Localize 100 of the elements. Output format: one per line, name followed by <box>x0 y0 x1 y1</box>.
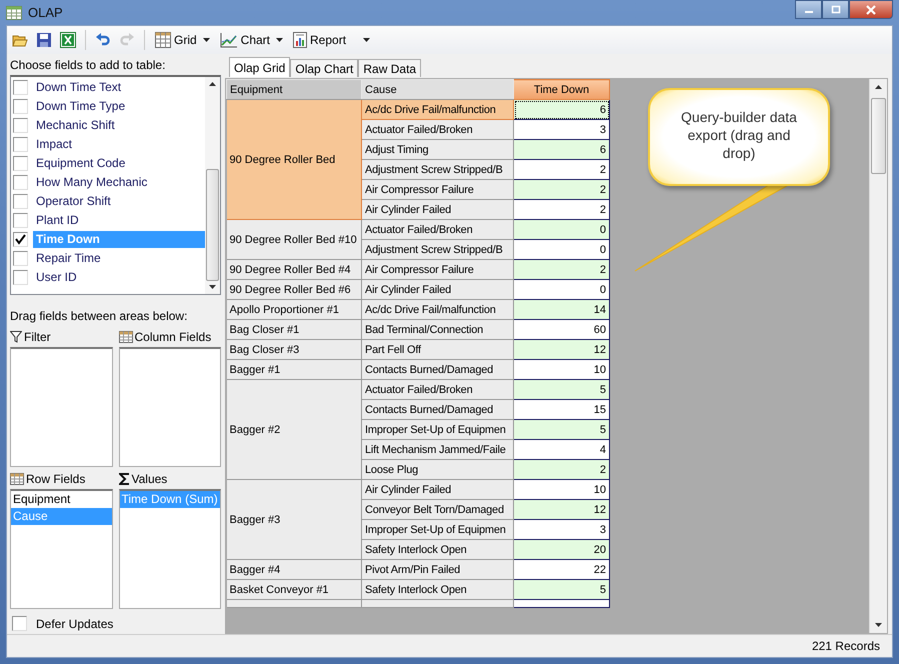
table-cell: Adjust Timing <box>362 140 514 160</box>
field-item[interactable]: How Many Mechanic <box>33 174 205 191</box>
table-cell: Bad Terminal/Connection <box>362 320 514 340</box>
table-cell: Bagger #2 <box>226 380 362 480</box>
field-item[interactable]: Mechanic Shift <box>33 117 205 134</box>
scroll-thumb[interactable] <box>871 98 886 174</box>
drop-area[interactable] <box>10 347 112 467</box>
checkbox[interactable] <box>13 118 28 133</box>
table-cell: 6 <box>514 100 610 120</box>
grid-icon <box>155 32 171 48</box>
table-cell: 2 <box>514 200 610 220</box>
checkbox[interactable] <box>13 270 28 285</box>
minimize-button[interactable] <box>795 0 822 19</box>
table-cell: Contacts Burned/Damaged <box>362 360 514 380</box>
redo-icon <box>119 32 135 48</box>
column-header[interactable]: Cause <box>362 80 514 100</box>
field-item[interactable]: Impact <box>33 136 205 153</box>
table-cell: Bagger #3 <box>226 480 362 560</box>
checkbox[interactable] <box>13 232 28 247</box>
checkbox[interactable] <box>12 616 27 631</box>
spreadsheet-icon <box>60 32 76 48</box>
table-cell: 5 <box>514 580 610 600</box>
defer-updates-label: Defer Updates <box>36 616 114 630</box>
report-menu-button[interactable]: Report <box>289 29 374 51</box>
table-cell: Conveyor Belt Torn/Damaged <box>362 500 514 520</box>
table-cell: 10 <box>514 480 610 500</box>
table-cell: 6 <box>514 140 610 160</box>
field-item[interactable]: Down Time Type <box>33 98 205 115</box>
area-item[interactable]: Equipment <box>11 491 112 508</box>
checkbox[interactable] <box>13 156 28 171</box>
checkbox[interactable] <box>13 175 28 190</box>
scroll-thumb[interactable] <box>206 169 219 281</box>
scroll-up-icon[interactable] <box>209 82 216 86</box>
field-item[interactable]: Repair Time <box>33 250 205 267</box>
table-cell: Part Fell Off <box>362 340 514 360</box>
field-item[interactable]: User ID <box>33 269 205 286</box>
caret-icon <box>202 38 210 42</box>
table-cell: 0 <box>514 220 610 240</box>
drop-area[interactable] <box>118 347 221 467</box>
field-item[interactable]: Equipment Code <box>33 155 205 172</box>
scroll-up-icon[interactable] <box>875 85 882 89</box>
table-cell: Adjustment Screw Stripped/B <box>362 160 514 180</box>
maximize-button[interactable] <box>822 0 849 19</box>
scroll-down-icon[interactable] <box>209 285 216 289</box>
table-cell: 90 Degree Roller Bed <box>226 100 362 220</box>
table-cell: 3 <box>514 520 610 540</box>
area-label: Filter <box>24 330 51 344</box>
table-cell: Lift Mechanism Jammed/Faile <box>362 440 514 460</box>
app-icon <box>6 6 22 20</box>
report-icon <box>293 32 308 48</box>
table-cell: 10 <box>514 360 610 380</box>
area-label: Values <box>132 472 168 486</box>
checkbox[interactable] <box>13 213 28 228</box>
table-cell: Bagger #1 <box>226 360 362 380</box>
table-cell: Actuator Failed/Broken <box>362 220 514 240</box>
table-cell: 90 Degree Roller Bed #4 <box>226 260 362 280</box>
caret-icon <box>363 38 370 42</box>
areas-label: Drag fields between areas below: <box>10 309 188 323</box>
table-cell: 3 <box>514 120 610 140</box>
scrollbar[interactable] <box>205 77 220 294</box>
field-item[interactable]: Down Time Text <box>33 79 205 96</box>
filter-icon <box>10 331 22 343</box>
table-cell: 20 <box>514 540 610 560</box>
table-cell: Air Cylinder Failed <box>362 280 514 300</box>
table-cell: Air Compressor Failure <box>362 260 514 280</box>
table-cell: 15 <box>514 400 610 420</box>
record-count: 221 Records <box>812 639 880 653</box>
close-button[interactable] <box>849 0 893 19</box>
drop-area[interactable]: Equipment Cause <box>10 489 112 609</box>
table-cell: Bag Closer #1 <box>226 320 362 340</box>
tab[interactable]: Raw Data <box>358 59 422 77</box>
column-header[interactable]: Time Down <box>514 80 610 100</box>
area-label: Column Fields <box>134 330 212 344</box>
table-cell: Pivot Arm/Pin Failed <box>362 560 514 580</box>
checkbox[interactable] <box>13 251 28 266</box>
export-button[interactable] <box>57 29 79 51</box>
checkbox[interactable] <box>13 194 28 209</box>
table-cell: Bagger #4 <box>226 560 362 580</box>
field-item[interactable]: Operator Shift <box>33 193 205 210</box>
table-icon <box>118 331 132 343</box>
tab[interactable]: Olap Chart <box>290 59 358 77</box>
table-cell: 14 <box>514 300 610 320</box>
table-cell: 90 Degree Roller Bed #6 <box>226 280 362 300</box>
checkbox[interactable] <box>13 137 28 152</box>
table-cell: Improper Set-Up of Equipmen <box>362 420 514 440</box>
table-cell: 0 <box>514 240 610 260</box>
checkbox[interactable] <box>13 80 28 95</box>
column-header[interactable]: Equipment <box>226 80 362 100</box>
grid-menu-button[interactable]: Grid <box>151 29 214 51</box>
close-icon <box>865 4 877 14</box>
table-cell: Air Cylinder Failed <box>362 200 514 220</box>
tab[interactable]: Olap Grid <box>229 57 290 77</box>
table-cell: 0 <box>514 280 610 300</box>
field-item[interactable]: Plant ID <box>33 212 205 229</box>
scrollbar[interactable] <box>869 79 887 633</box>
table-cell: 12 <box>514 340 610 360</box>
chart-menu-button[interactable]: Chart <box>216 29 288 51</box>
scroll-down-icon[interactable] <box>875 623 882 627</box>
table-cell: 60 <box>514 320 610 340</box>
checkbox[interactable] <box>13 99 28 114</box>
